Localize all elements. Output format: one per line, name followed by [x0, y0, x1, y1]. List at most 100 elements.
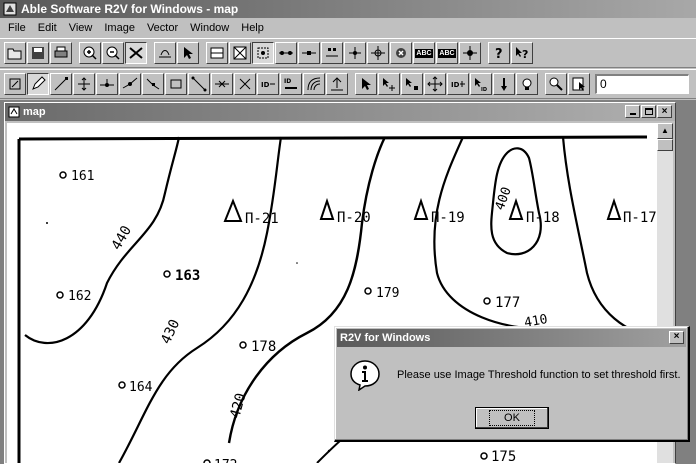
- triangulation-label-p19: П-19: [431, 210, 465, 226]
- vec-tool-2[interactable]: [27, 73, 49, 95]
- svg-text:ID: ID: [481, 87, 487, 92]
- vec-tool-1[interactable]: [4, 73, 26, 95]
- vec-tool-7[interactable]: [142, 73, 164, 95]
- menu-bar: File Edit View Image Vector Window Help: [0, 19, 696, 37]
- vec-tool-4[interactable]: [73, 73, 95, 95]
- point-button[interactable]: [344, 42, 366, 64]
- edit-image-button[interactable]: [154, 42, 176, 64]
- draw-line-icon: [54, 77, 68, 91]
- ok-button[interactable]: OK: [475, 407, 549, 429]
- vec-tool-24[interactable]: [545, 73, 567, 95]
- zoom-in-button[interactable]: [79, 42, 101, 64]
- help-button[interactable]: ?: [488, 42, 510, 64]
- menu-image[interactable]: Image: [98, 19, 141, 37]
- target-button[interactable]: [459, 42, 481, 64]
- crosshair-icon: [371, 46, 385, 60]
- select-id-icon: ID: [475, 78, 487, 92]
- vec-tool-22[interactable]: [493, 73, 515, 95]
- vec-tool-19[interactable]: [424, 73, 446, 95]
- menu-view[interactable]: View: [63, 19, 99, 37]
- app-title-bar: Able Software R2V for Windows - map: [0, 0, 696, 18]
- vec-tool-10[interactable]: [211, 73, 233, 95]
- vec-tool-12[interactable]: ID: [257, 73, 279, 95]
- context-help-button[interactable]: ?: [511, 42, 533, 64]
- light-icon: [522, 78, 532, 90]
- maximize-button[interactable]: [641, 105, 656, 118]
- vec-tool-14[interactable]: [303, 73, 325, 95]
- vec-tool-17[interactable]: [378, 73, 400, 95]
- node-button[interactable]: [275, 42, 297, 64]
- vec-tool-6[interactable]: [119, 73, 141, 95]
- contour-label-420: 420: [227, 391, 249, 420]
- zoom-out-button[interactable]: [102, 42, 124, 64]
- vec-tool-13[interactable]: ID: [280, 73, 302, 95]
- message-dialog: R2V for Windows × Please use Image Thres…: [334, 326, 690, 442]
- auto-trace-button[interactable]: [229, 42, 251, 64]
- map-window-title: map: [23, 106, 46, 118]
- spot-height-175: 175: [491, 449, 516, 463]
- edit-image-icon: [159, 50, 171, 58]
- save-button[interactable]: [27, 42, 49, 64]
- window-controls: ×: [624, 105, 672, 118]
- ocr-label-button[interactable]: ABC: [436, 42, 458, 64]
- coordinate-input[interactable]: 0: [595, 74, 689, 94]
- menu-window[interactable]: Window: [184, 19, 235, 37]
- open-icon: [7, 48, 22, 60]
- dialog-title-bar[interactable]: R2V for Windows ×: [337, 329, 686, 347]
- vec-tool-3[interactable]: [50, 73, 72, 95]
- delete-button[interactable]: [390, 42, 412, 64]
- menu-file[interactable]: File: [2, 19, 32, 37]
- delete-icon: [396, 48, 406, 58]
- add-node-icon: [100, 79, 114, 87]
- context-help-icon: ?: [516, 47, 528, 61]
- vec-tool-23[interactable]: [516, 73, 538, 95]
- vertex-icon: [326, 48, 338, 57]
- crosshair-button[interactable]: [367, 42, 389, 64]
- maximize-icon: [644, 108, 653, 115]
- pan-button[interactable]: [125, 42, 147, 64]
- vector-toolbar: ID ID ID ID 0: [0, 69, 696, 99]
- vec-tool-15[interactable]: [326, 73, 348, 95]
- save-icon: [32, 47, 44, 59]
- vec-tool-21[interactable]: ID: [470, 73, 492, 95]
- vec-tool-8[interactable]: [165, 73, 187, 95]
- line-node-button[interactable]: [298, 42, 320, 64]
- spot-height-162: 162: [68, 289, 91, 304]
- help-icon: ?: [495, 47, 503, 61]
- menu-vector[interactable]: Vector: [141, 19, 184, 37]
- delete-line-icon: [239, 78, 251, 90]
- close-window-button[interactable]: ×: [657, 105, 672, 118]
- query-icon: [572, 77, 585, 91]
- assign-id-icon: ID: [451, 81, 465, 89]
- minimize-button[interactable]: [625, 105, 640, 118]
- open-button[interactable]: [4, 42, 26, 64]
- join-line-icon: [146, 78, 160, 90]
- node-icon: [279, 51, 293, 55]
- ocr-text-button[interactable]: ABC: [413, 42, 435, 64]
- vertex-button[interactable]: [321, 42, 343, 64]
- vec-tool-20[interactable]: ID: [447, 73, 469, 95]
- map-title-bar[interactable]: map ×: [5, 103, 675, 121]
- scroll-thumb[interactable]: [657, 139, 673, 151]
- add-point-icon: [383, 78, 395, 91]
- vec-tool-11[interactable]: [234, 73, 256, 95]
- menu-edit[interactable]: Edit: [32, 19, 63, 37]
- menu-help[interactable]: Help: [235, 19, 270, 37]
- triangulation-label-p18: П-18: [526, 210, 560, 226]
- select-button[interactable]: [177, 42, 199, 64]
- scroll-up-button[interactable]: ▲: [657, 123, 673, 139]
- vec-tool-18[interactable]: [401, 73, 423, 95]
- dialog-close-button[interactable]: ×: [669, 331, 684, 344]
- trace-area-button[interactable]: [252, 42, 274, 64]
- vec-tool-25[interactable]: [568, 73, 590, 95]
- close-icon: ×: [673, 331, 680, 342]
- triangulation-label-p21: П-21: [245, 211, 279, 227]
- vec-tool-5[interactable]: [96, 73, 118, 95]
- vec-tool-16[interactable]: [355, 73, 377, 95]
- pencil-icon: [32, 76, 46, 90]
- spot-height-164: 164: [129, 380, 153, 395]
- threshold-button[interactable]: [206, 42, 228, 64]
- pointer-icon: [362, 78, 371, 90]
- vec-tool-9[interactable]: [188, 73, 210, 95]
- print-button[interactable]: [50, 42, 72, 64]
